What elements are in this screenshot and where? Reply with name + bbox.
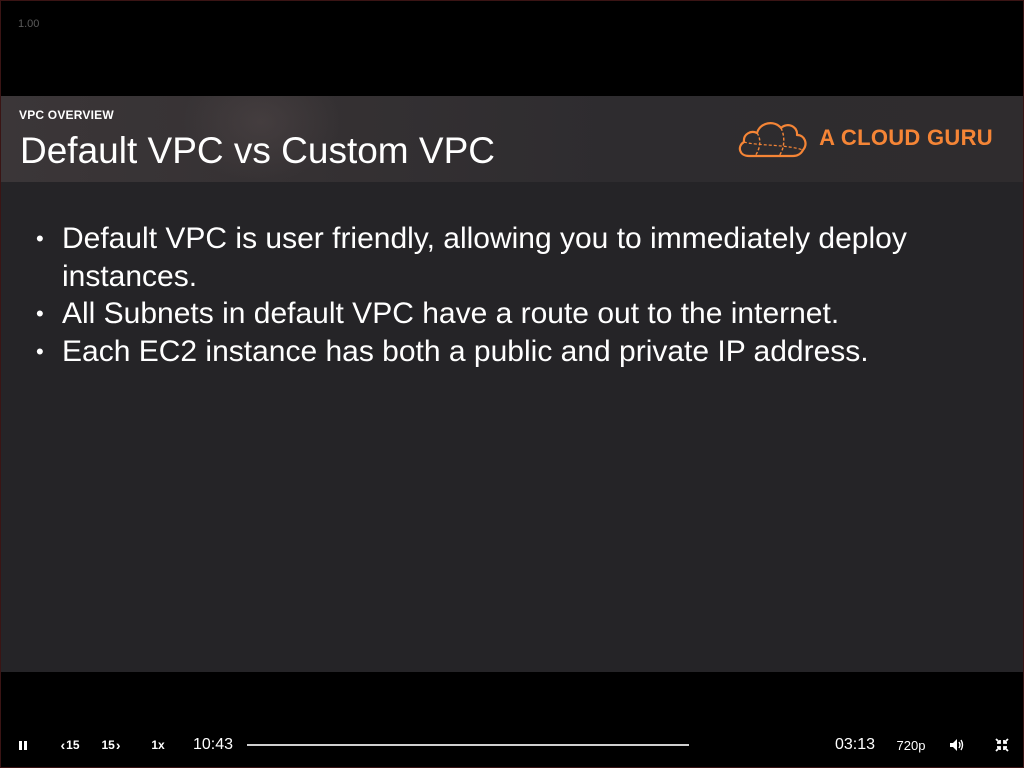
bullet-list: • Default VPC is user friendly, allowing… [31, 220, 991, 370]
quality-button[interactable]: 720p [895, 725, 927, 765]
logo-text: A CLOUD GURU [819, 125, 993, 150]
bullet-item: • Each EC2 instance has both a public an… [31, 333, 991, 371]
forward-15-button[interactable]: 15 › [98, 725, 124, 765]
video-slide[interactable]: VPC OVERVIEW Default VPC vs Custom VPC A… [1, 96, 1023, 672]
forward-label: 15 [101, 738, 115, 752]
volume-icon [950, 739, 964, 751]
slide-section-label: VPC OVERVIEW [19, 108, 114, 122]
bullet-dot-icon: • [36, 338, 44, 364]
elapsed-time: 10:43 [193, 736, 234, 753]
rewind-label: 15 [66, 738, 80, 752]
bullet-dot-icon: • [36, 226, 44, 251]
quality-label: 720p [896, 737, 926, 753]
bullet-item: • All Subnets in default VPC have a rout… [31, 295, 991, 333]
speed-label: 1x [151, 738, 165, 752]
chevron-right-icon: › [115, 737, 121, 753]
remaining-time: 03:13 [835, 736, 876, 753]
bullet-item: • Default VPC is user friendly, allowing… [31, 220, 991, 295]
bullet-text: All Subnets in default VPC have a route … [62, 297, 840, 330]
chevron-left-icon: ‹ [60, 737, 66, 753]
cloud-logo-icon [738, 122, 807, 158]
exit-fullscreen-button[interactable] [991, 725, 1013, 765]
pause-icon [19, 740, 27, 750]
bullet-text: Each EC2 instance has both a public and … [62, 334, 869, 368]
bullet-text: Default VPC is user friendly, allowing y… [62, 222, 907, 293]
seek-bar[interactable] [247, 744, 689, 746]
bullet-dot-icon: • [36, 301, 44, 326]
rewind-15-button[interactable]: ‹ 15 [57, 725, 83, 765]
volume-button[interactable] [946, 725, 968, 765]
slide-header: VPC OVERVIEW Default VPC vs Custom VPC A… [1, 96, 1023, 182]
player-controls-bar: ‹ 15 15 › 1x 10:43 03:13 720p [0, 725, 1024, 765]
a-cloud-guru-logo: A CLOUD GURU [735, 114, 993, 162]
pause-button[interactable] [12, 725, 34, 765]
playback-speed-button[interactable]: 1x [146, 725, 170, 765]
exit-fullscreen-icon [995, 738, 1009, 752]
slide-title: Default VPC vs Custom VPC [20, 130, 495, 171]
playback-speed-overlay: 1.00 [18, 18, 40, 30]
